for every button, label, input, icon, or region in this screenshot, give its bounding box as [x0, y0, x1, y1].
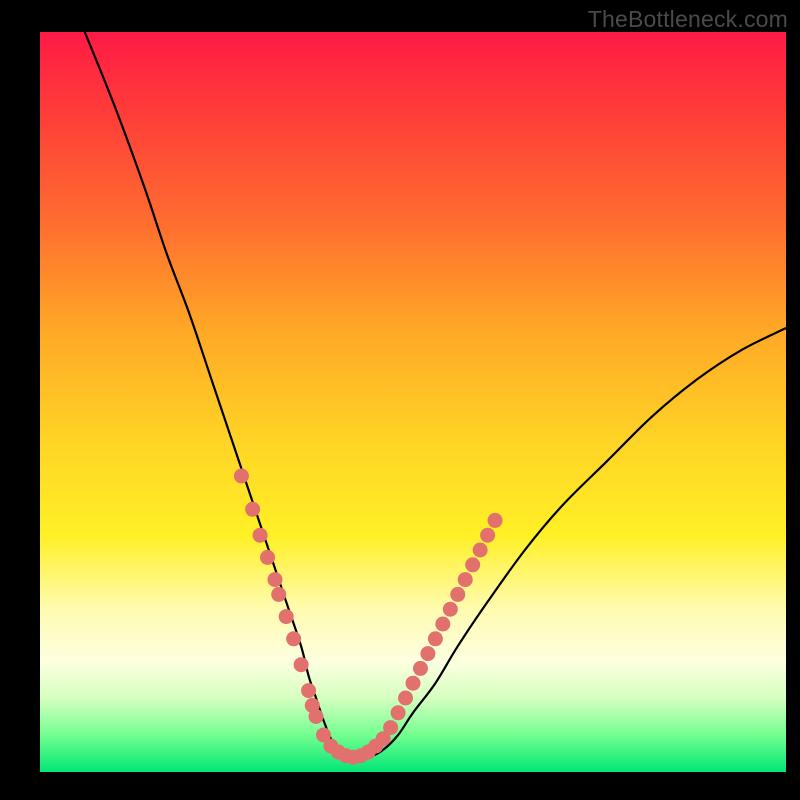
data-marker — [428, 631, 443, 646]
data-marker — [245, 502, 260, 517]
data-marker — [420, 646, 435, 661]
chart-svg — [40, 32, 786, 772]
watermark-text: TheBottleneck.com — [588, 6, 788, 33]
data-marker — [294, 657, 309, 672]
data-marker — [413, 661, 428, 676]
data-marker — [406, 676, 421, 691]
data-marker — [480, 528, 495, 543]
data-marker — [309, 709, 324, 724]
data-marker — [465, 557, 480, 572]
data-marker — [271, 587, 286, 602]
marker-group — [234, 469, 503, 765]
data-marker — [473, 543, 488, 558]
data-marker — [260, 550, 275, 565]
data-marker — [234, 469, 249, 484]
chart-frame: TheBottleneck.com — [0, 0, 800, 800]
data-marker — [286, 631, 301, 646]
data-marker — [435, 617, 450, 632]
data-marker — [488, 513, 503, 528]
bottleneck-curve — [85, 32, 786, 758]
data-marker — [279, 609, 294, 624]
data-marker — [391, 705, 406, 720]
data-marker — [398, 691, 413, 706]
data-marker — [458, 572, 473, 587]
data-marker — [443, 602, 458, 617]
plot-area — [40, 32, 786, 772]
data-marker — [267, 572, 282, 587]
data-marker — [383, 720, 398, 735]
data-marker — [450, 587, 465, 602]
data-marker — [253, 528, 268, 543]
data-marker — [301, 683, 316, 698]
